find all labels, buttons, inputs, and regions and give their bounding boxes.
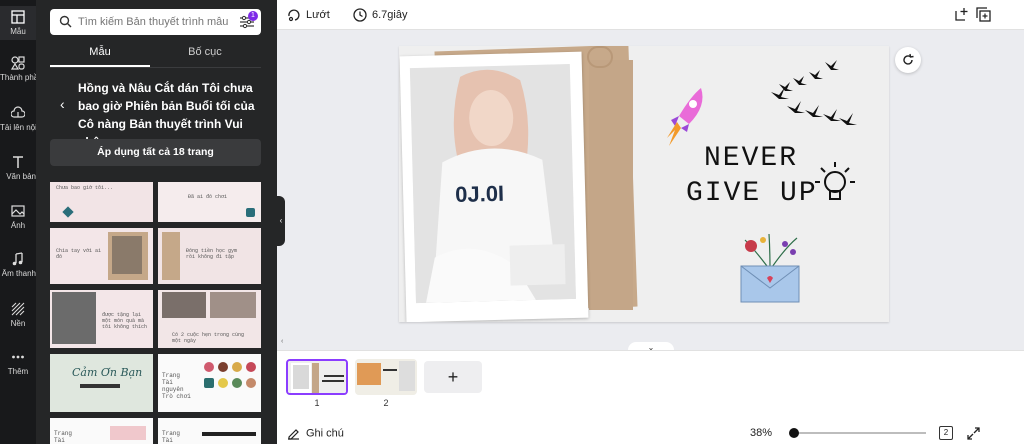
search-box: 1 bbox=[50, 9, 261, 35]
page-thumbnail-2[interactable] bbox=[355, 359, 417, 395]
rail-label: Âm thanh bbox=[1, 269, 36, 278]
tab-layouts[interactable]: Bố cục bbox=[155, 46, 255, 58]
timer-button[interactable]: 6.7giây bbox=[353, 8, 407, 22]
rail-item-background[interactable]: Nền bbox=[0, 302, 36, 328]
cardboard-strip bbox=[589, 60, 633, 310]
slide-headline-line2[interactable]: GIVE UP bbox=[686, 178, 818, 209]
glide-icon bbox=[288, 9, 300, 22]
layout-icon bbox=[11, 10, 25, 24]
add-page-icon[interactable] bbox=[954, 7, 969, 22]
duplicate-page-icon[interactable] bbox=[976, 7, 991, 22]
tab-templates[interactable]: Mẫu bbox=[50, 46, 150, 58]
filter-count-badge: 1 bbox=[248, 11, 258, 21]
elements-icon bbox=[11, 56, 25, 70]
scroll-left-arrow-icon[interactable]: ‹ bbox=[281, 338, 283, 345]
template-thumbnail[interactable]: Đóng tiền học gym rồi không đi tập bbox=[158, 228, 261, 284]
timer-label: 6.7giây bbox=[372, 8, 408, 21]
music-icon bbox=[12, 252, 23, 266]
portrait-photo: 0J.0I bbox=[409, 63, 576, 304]
refresh-button[interactable] bbox=[895, 47, 921, 73]
apply-all-pages-button[interactable]: Áp dụng tất cả 18 trang bbox=[50, 139, 261, 166]
zoom-slider-handle[interactable] bbox=[789, 428, 799, 438]
slide-headline-line1[interactable]: NEVER bbox=[704, 143, 798, 174]
rail-item-photos[interactable]: Ảnh bbox=[0, 204, 36, 230]
page-strip: 1 2 + bbox=[277, 350, 1024, 422]
fullscreen-icon[interactable] bbox=[967, 427, 980, 440]
rail-item-text[interactable]: Văn bản bbox=[0, 155, 36, 181]
refresh-icon bbox=[903, 53, 914, 65]
rail-item-elements[interactable]: Thành phần bbox=[0, 56, 36, 82]
more-icon bbox=[12, 355, 24, 359]
page-number: 2 bbox=[383, 398, 389, 408]
flower-envelope-icon bbox=[740, 233, 800, 303]
rail-label: Thành phần bbox=[0, 73, 36, 82]
photo-icon bbox=[11, 205, 25, 217]
page-number: 1 bbox=[314, 398, 320, 408]
panel-tabs: Mẫu Bố cục bbox=[50, 46, 261, 66]
template-thumbnail[interactable]: Chưa bao giờ tôi... bbox=[50, 182, 153, 222]
template-thumbnail[interactable]: được tặng lại một món quà mà tôi không t… bbox=[50, 290, 153, 348]
template-thumbnail[interactable]: Cảm Ơn Bạn bbox=[50, 354, 153, 412]
notes-pen-icon bbox=[288, 429, 299, 440]
rail-label: Thêm bbox=[7, 367, 29, 376]
rail-label: Văn bản bbox=[6, 172, 36, 181]
zoom-label[interactable]: 38% bbox=[750, 427, 772, 439]
page-thumbnail-1[interactable] bbox=[286, 359, 348, 395]
rail-item-audio[interactable]: Âm thanh bbox=[0, 252, 36, 278]
bottom-bar: Ghi chú 38% 2 bbox=[277, 422, 1024, 444]
glide-label: Lướt bbox=[306, 8, 330, 21]
paperclip-icon bbox=[587, 46, 613, 68]
template-thumbnail[interactable]: Có 2 cuộc hẹn trong cùng một ngày bbox=[158, 290, 261, 348]
rail-label: Tải lên nội dung bbox=[0, 123, 36, 132]
svg-text:0J.0I: 0J.0I bbox=[455, 181, 505, 207]
clock-icon bbox=[353, 8, 367, 22]
tab-active-indicator bbox=[50, 65, 150, 67]
rail-item-more[interactable]: Thêm bbox=[0, 350, 36, 376]
notes-button[interactable]: Ghi chú bbox=[287, 427, 344, 440]
portrait-illustration: 0J.0I bbox=[409, 63, 576, 304]
back-chevron-icon[interactable]: ‹ bbox=[60, 96, 70, 112]
rail-label: Mẫu bbox=[10, 27, 26, 36]
collapse-panel-button[interactable]: ‹ bbox=[277, 196, 285, 246]
templates-panel: 1 Mẫu Bố cục ‹ Hồng và Nâu Cắt dán Tôi c… bbox=[36, 0, 277, 444]
rail-label: Ảnh bbox=[10, 221, 26, 230]
zoom-slider-track[interactable] bbox=[790, 432, 926, 434]
upload-cloud-icon bbox=[11, 106, 25, 118]
lightbulb-icon bbox=[815, 162, 855, 200]
search-icon bbox=[59, 15, 72, 28]
rocket-icon bbox=[667, 88, 703, 146]
photo-frame[interactable]: 0J.0I bbox=[399, 51, 589, 322]
glide-button[interactable]: Lướt bbox=[287, 8, 330, 22]
template-thumbnail[interactable]: Trang Tài nguyên Trò chơi bbox=[158, 354, 261, 412]
search-input[interactable] bbox=[78, 13, 228, 31]
rail-item-uploads[interactable]: Tải lên nội dung bbox=[0, 106, 36, 132]
add-page-button[interactable]: + bbox=[424, 361, 482, 393]
template-thumbnail[interactable]: Trang Tài nguyên bbox=[50, 418, 153, 444]
tab-divider bbox=[50, 67, 261, 68]
background-icon bbox=[11, 302, 25, 316]
rail-item-templates[interactable]: Mẫu bbox=[0, 6, 36, 40]
top-toolbar: Lướt 6.7giây bbox=[277, 0, 1024, 30]
template-thumbnail[interactable]: Chia tay với ai đó bbox=[50, 228, 153, 284]
slide-canvas[interactable]: 0J.0I NEVER GIVE UP bbox=[399, 46, 889, 322]
birds-icon bbox=[771, 60, 857, 125]
text-icon bbox=[13, 156, 23, 168]
page-count-button[interactable]: 2 bbox=[939, 426, 953, 440]
template-thumbnail[interactable]: Trang Tài nguyên bbox=[158, 418, 261, 444]
template-thumbnail[interactable]: Đã ai đó chơi bbox=[158, 182, 261, 222]
left-rail: Mẫu Thành phần Tải lên nội dung Văn bản … bbox=[0, 0, 36, 444]
rail-label: Nền bbox=[10, 319, 26, 328]
notes-label: Ghi chú bbox=[306, 427, 344, 440]
template-thumbnails: Chưa bao giờ tôi... Đã ai đó chơi Chia t… bbox=[50, 182, 261, 444]
